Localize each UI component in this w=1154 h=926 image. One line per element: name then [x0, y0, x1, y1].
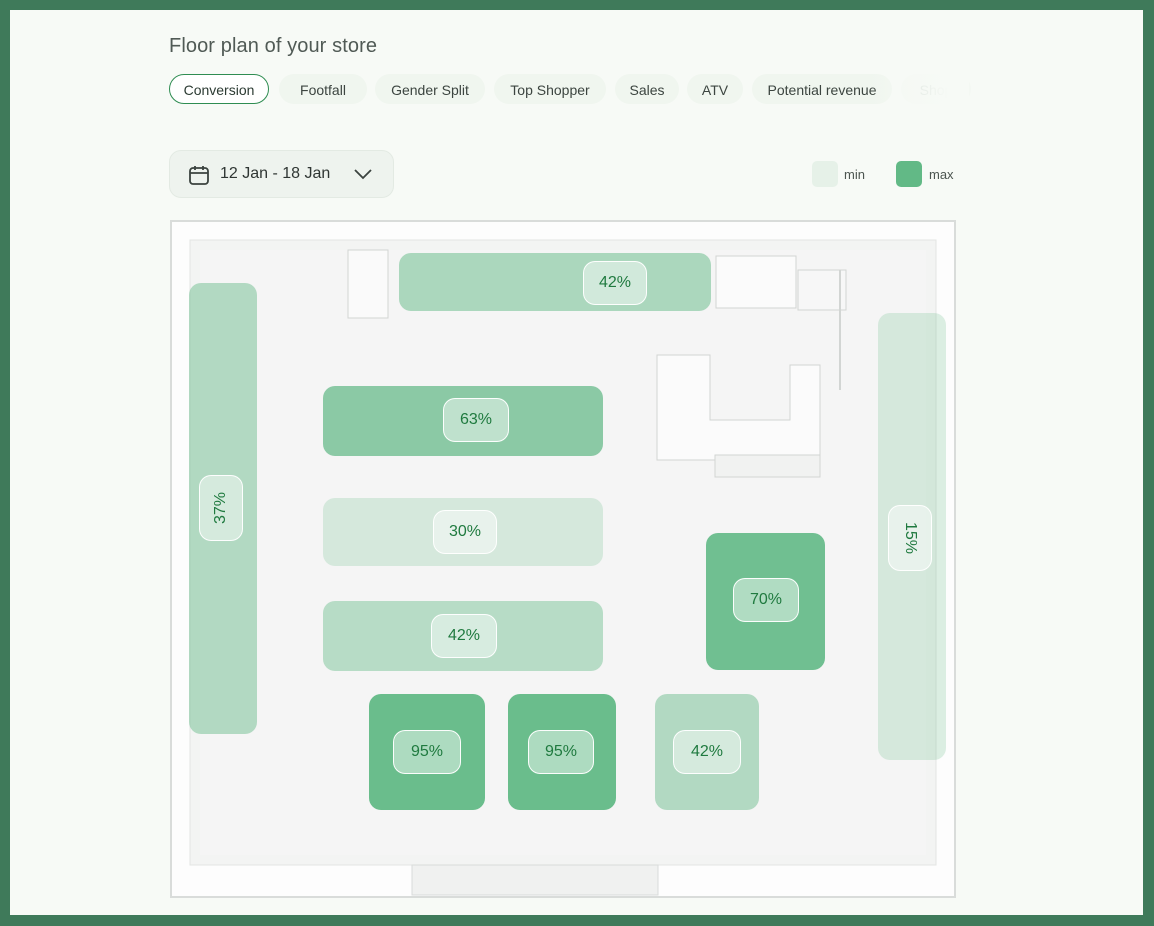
calendar-icon [188, 164, 210, 191]
tab-atv[interactable]: ATV [687, 74, 743, 104]
floor-plan-panel: Floor plan of your store Conversion Foot… [10, 10, 1143, 915]
zone-value-label: 42% [673, 730, 741, 774]
tab-potential-revenue[interactable]: Potential revenue [752, 74, 892, 104]
zone-value-label: 95% [528, 730, 594, 774]
zone-value-label: 63% [443, 398, 509, 442]
zone-back-wall-shelf[interactable]: 42% [399, 253, 711, 311]
legend-min-swatch [812, 161, 838, 187]
chevron-down-icon [353, 167, 373, 186]
zone-aisle-1[interactable]: 63% [323, 386, 603, 456]
zone-aisle-3[interactable]: 42% [323, 601, 603, 671]
zone-value-label: 95% [393, 730, 461, 774]
tab-shop[interactable]: Shop [901, 74, 971, 104]
zone-aisle-2[interactable]: 30% [323, 498, 603, 566]
tab-sales[interactable]: Sales [615, 74, 679, 104]
date-range-picker[interactable]: 12 Jan - 18 Jan [169, 150, 394, 198]
tab-gender-split[interactable]: Gender Split [375, 74, 485, 104]
zone-produce-right[interactable]: 70% [706, 533, 825, 670]
zone-produce-bin-3[interactable]: 42% [655, 694, 759, 810]
legend-min-label: min [844, 167, 865, 182]
metric-tabs: Conversion Footfall Gender Split Top Sho… [169, 74, 971, 106]
tab-footfall[interactable]: Footfall [279, 74, 367, 104]
date-range-label: 12 Jan - 18 Jan [220, 165, 331, 182]
zone-value-label: 42% [431, 614, 497, 658]
zone-produce-bin-2[interactable]: 95% [508, 694, 616, 810]
zone-left-wall-fridge[interactable]: 37% [189, 283, 257, 734]
page-title: Floor plan of your store [169, 35, 378, 57]
legend-max-label: max [929, 167, 954, 182]
zone-value-label: 70% [733, 578, 799, 622]
legend-max-swatch [896, 161, 922, 187]
tab-conversion[interactable]: Conversion [169, 74, 269, 104]
zone-value-label: 30% [433, 510, 497, 554]
zone-right-wall-fridge[interactable]: 15% [878, 313, 946, 760]
store-floor-plan: 42% 37% 63% 30% 42% 70% 15% 95% 95% 42% [170, 220, 956, 900]
zone-produce-bin-1[interactable]: 95% [369, 694, 485, 810]
zone-value-label: 15% [888, 505, 932, 571]
zone-value-label: 37% [199, 475, 243, 541]
tab-top-shopper[interactable]: Top Shopper [494, 74, 606, 104]
zone-value-label: 42% [583, 261, 647, 305]
